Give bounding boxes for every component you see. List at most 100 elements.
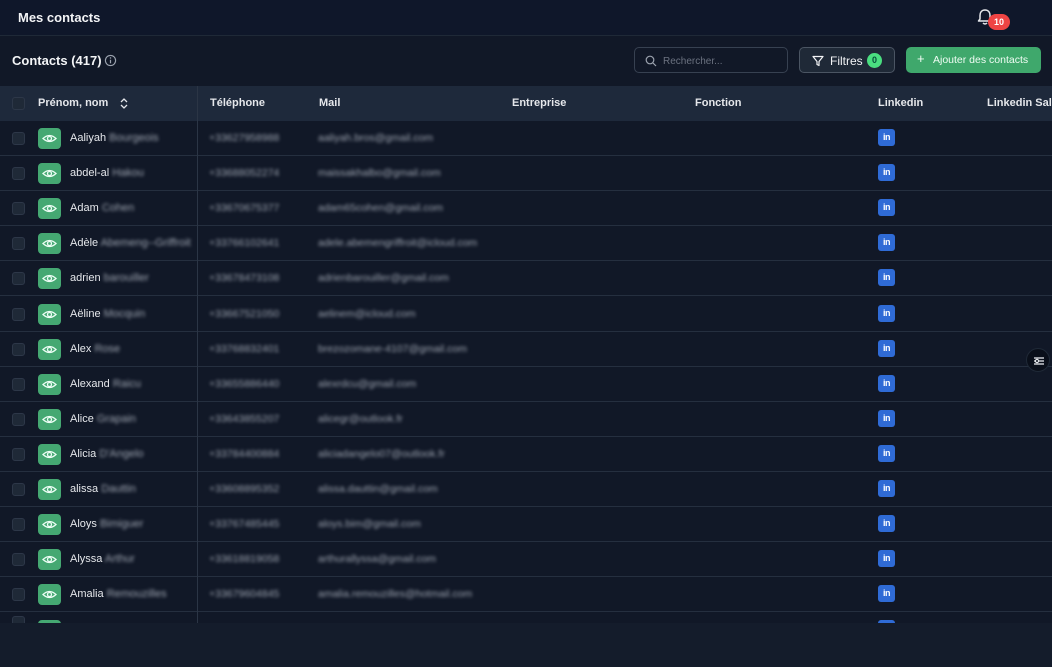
- table-row[interactable]: Aëline Mocquin +33667521050 aelinem@iclo…: [0, 297, 1052, 332]
- column-header-mail[interactable]: Mail: [319, 97, 340, 109]
- table-row[interactable]: adrien barouiller +33678473108 adrienbar…: [0, 261, 1052, 297]
- row-checkbox[interactable]: [12, 167, 25, 181]
- last-name: Raicu: [112, 377, 141, 390]
- select-all-checkbox[interactable]: [12, 97, 25, 110]
- table-row[interactable]: Aloys Bimiguer +33767485445 aloys.bim@gm…: [0, 507, 1052, 543]
- linkedin-icon[interactable]: in: [878, 374, 895, 392]
- linkedin-icon[interactable]: in: [878, 304, 895, 322]
- column-header-linkedin-sales[interactable]: Linkedin Sale: [987, 97, 1052, 109]
- column-header-name[interactable]: Prénom, nom: [38, 97, 108, 109]
- linkedin-icon[interactable]: in: [878, 129, 895, 146]
- row-checkbox[interactable]: [12, 588, 25, 602]
- phone-value: +33643855207: [209, 412, 280, 425]
- eye-icon: [42, 520, 57, 529]
- linkedin-icon[interactable]: in: [878, 339, 895, 357]
- contact-name: adrien barouiller: [70, 272, 149, 284]
- view-button[interactable]: [38, 233, 61, 255]
- table-row[interactable]: Adèle Abemeng--Griffroit +33766102641 ad…: [0, 226, 1052, 262]
- table-row[interactable]: Alex Rose +33768832401 brezozomane-4107@…: [0, 332, 1052, 367]
- linkedin-icon[interactable]: in: [878, 234, 895, 252]
- row-checkbox[interactable]: [12, 237, 25, 251]
- table-row[interactable]: Alicia D'Angelo +33784400884 aliciadange…: [0, 437, 1052, 472]
- view-button[interactable]: [38, 549, 61, 571]
- search-input[interactable]: [663, 52, 781, 70]
- contact-name: Alice Grapain: [70, 413, 136, 425]
- linkedin-icon[interactable]: in: [878, 444, 895, 462]
- linkedin-icon[interactable]: in: [878, 550, 895, 568]
- view-button[interactable]: [38, 584, 61, 606]
- row-checkbox[interactable]: [12, 377, 25, 391]
- row-checkbox[interactable]: [12, 272, 25, 286]
- table-row[interactable]: Alyssa Arthur +33618819058 arthurallyssa…: [0, 542, 1052, 578]
- row-checkbox[interactable]: [12, 483, 25, 496]
- app-title: Mes contacts: [18, 10, 101, 25]
- add-contacts-button[interactable]: + Ajouter des contacts: [906, 47, 1041, 73]
- column-header-function[interactable]: Fonction: [695, 97, 741, 109]
- row-checkbox[interactable]: [12, 412, 25, 426]
- phone-value: +33767485445: [209, 518, 280, 531]
- row-checkbox[interactable]: [12, 553, 25, 567]
- contact-name: Aëline Mocquin: [70, 308, 145, 320]
- view-button[interactable]: [38, 479, 61, 500]
- table-row[interactable]: Amalia Remouzilles +33679604845 amalia.r…: [0, 577, 1052, 613]
- linkedin-icon[interactable]: in: [878, 269, 895, 287]
- table-row[interactable]: Alexand Raicu +33655886440 alexrdcu@gmai…: [0, 367, 1052, 402]
- row-checkbox[interactable]: [12, 132, 25, 145]
- view-button[interactable]: [38, 443, 61, 465]
- table-row[interactable]: Aaliyah Bourgeois +33627958988 aaliyah.b…: [0, 121, 1052, 156]
- linkedin-icon[interactable]: in: [878, 199, 895, 217]
- view-button[interactable]: [38, 163, 61, 185]
- view-button[interactable]: [38, 514, 61, 536]
- linkedin-icon[interactable]: in: [878, 164, 895, 182]
- filter-button[interactable]: Filtres 0: [799, 47, 895, 73]
- linkedin-icon[interactable]: in: [878, 480, 895, 497]
- phone-value: +33670675377: [209, 202, 280, 215]
- phone-value: +33766102641: [209, 237, 280, 250]
- last-name: Abemeng--Griffroit: [100, 237, 191, 250]
- table-row[interactable]: alissa Dauttin +33608895352 alissa.dautt…: [0, 472, 1052, 507]
- linkedin-icon[interactable]: in: [878, 515, 895, 533]
- eye-icon: [42, 450, 57, 459]
- linkedin-icon[interactable]: in: [878, 585, 895, 603]
- view-button[interactable]: [38, 373, 61, 395]
- contact-name: Adam Cohen: [70, 202, 134, 214]
- notification-badge[interactable]: 10: [988, 14, 1010, 30]
- eye-icon: [42, 380, 57, 388]
- row-checkbox[interactable]: [12, 202, 25, 216]
- settings-sliders-icon: [1034, 357, 1044, 365]
- view-button[interactable]: [38, 128, 61, 149]
- table-row[interactable]: Alice Grapain +33643855207 alicegr@outlo…: [0, 402, 1052, 437]
- info-icon[interactable]: [104, 54, 117, 67]
- column-header-linkedin[interactable]: Linkedin: [878, 97, 923, 109]
- phone-value: +33678473108: [209, 272, 280, 285]
- first-name: Alexand: [70, 377, 110, 390]
- sort-icon[interactable]: [119, 97, 129, 110]
- search-box[interactable]: [634, 47, 788, 73]
- linkedin-icon[interactable]: in: [878, 409, 895, 427]
- first-name: Alyssa: [70, 553, 103, 566]
- row-checkbox[interactable]: [12, 342, 25, 356]
- last-name: Arthur: [104, 553, 135, 566]
- first-name: Aaliyah: [70, 132, 107, 144]
- view-button[interactable]: [38, 198, 61, 220]
- contact-name: Alex Rose: [70, 343, 120, 355]
- view-button[interactable]: [38, 303, 61, 325]
- view-button[interactable]: [38, 268, 61, 290]
- mail-value: alexrdcu@gmail.com: [318, 377, 417, 390]
- eye-icon: [42, 591, 57, 599]
- mail-value: arthurallyssa@gmail.com: [318, 553, 437, 566]
- view-button[interactable]: [38, 338, 61, 360]
- table-row[interactable]: Adam Cohen +33670675377 adam65cohen@gmai…: [0, 191, 1052, 227]
- row-checkbox[interactable]: [12, 518, 25, 532]
- mail-value: aliciadangelo07@outlook.fr: [318, 447, 445, 460]
- row-checkbox[interactable]: [12, 307, 25, 321]
- row-checkbox[interactable]: [12, 616, 25, 623]
- settings-fab[interactable]: [1026, 348, 1050, 372]
- column-header-company[interactable]: Entreprise: [512, 97, 566, 109]
- table-row[interactable]: abdel-al Hakou +33688052274 maissakhalbo…: [0, 156, 1052, 192]
- view-button[interactable]: [38, 408, 61, 430]
- last-name: Hakou: [112, 167, 144, 180]
- column-header-phone[interactable]: Téléphone: [210, 97, 265, 109]
- contact-name: Amalia Remouzilles: [70, 588, 167, 600]
- row-checkbox[interactable]: [12, 447, 25, 461]
